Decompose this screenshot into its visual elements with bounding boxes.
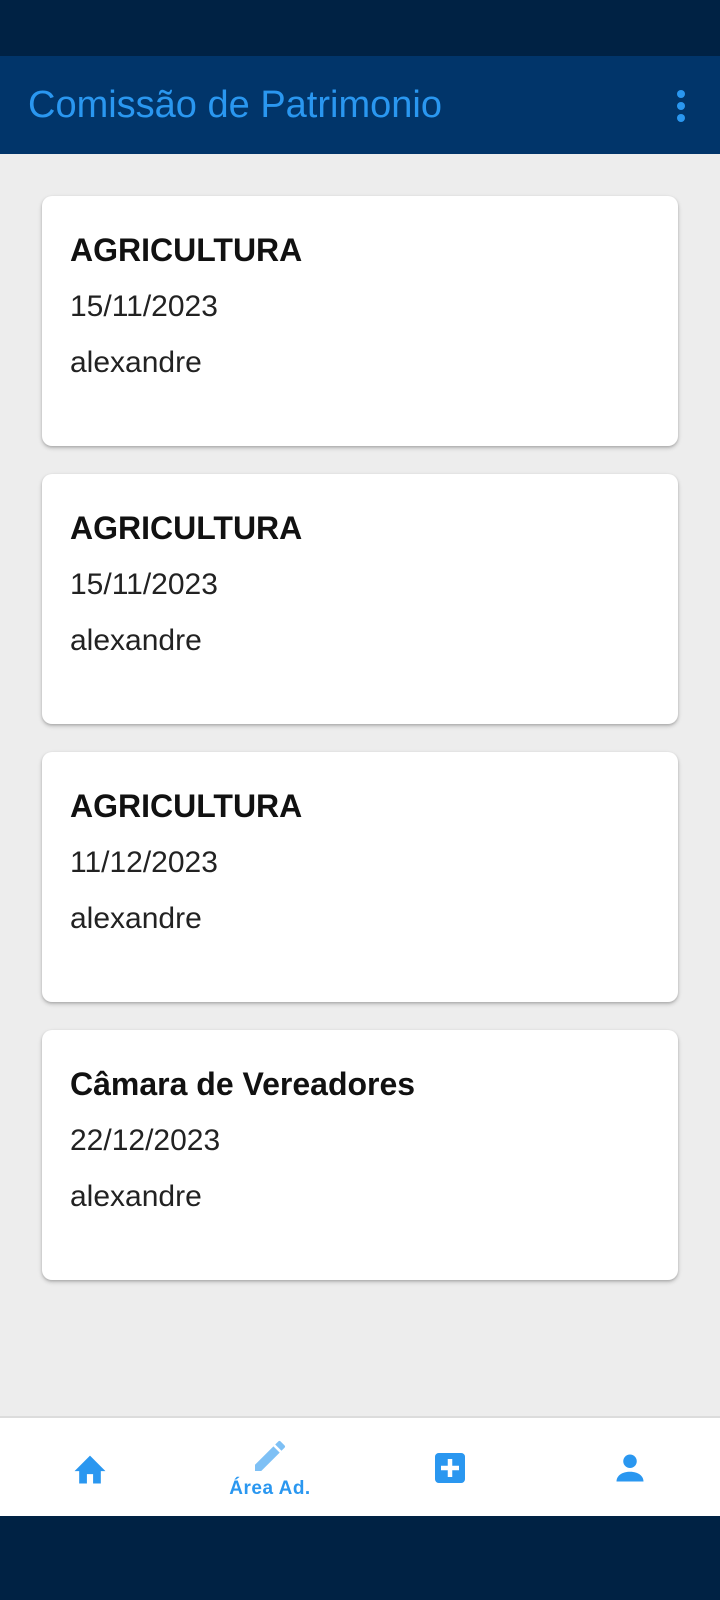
system-navigation-bar [0, 1516, 720, 1600]
person-icon [616, 1454, 644, 1482]
list-item-card[interactable]: AGRICULTURA 11/12/2023 alexandre [42, 752, 678, 1002]
card-title: AGRICULTURA [70, 232, 303, 268]
app-title: Comissão de Patrimonio [28, 84, 442, 126]
card-user: alexandre [70, 1180, 202, 1213]
home-icon [74, 1455, 106, 1484]
list-item-card[interactable]: Câmara de Vereadores 22/12/2023 alexandr… [42, 1030, 678, 1280]
card-date: 22/12/2023 [70, 1124, 221, 1157]
card-user: alexandre [70, 902, 202, 935]
card-date: 15/11/2023 [70, 290, 218, 323]
nav-admin-area-label: Área Ad. [229, 1478, 311, 1499]
nav-admin-area-button[interactable]: Área Ad. [180, 1418, 360, 1518]
card-date: 11/12/2023 [70, 846, 218, 879]
card-title: AGRICULTURA [70, 510, 303, 546]
card-user: alexandre [70, 624, 202, 657]
card-user: alexandre [70, 346, 202, 379]
nav-profile-button[interactable] [540, 1418, 720, 1518]
pencil-icon [255, 1440, 286, 1471]
status-bar [0, 0, 720, 56]
overflow-menu-button[interactable] [662, 86, 700, 126]
list-item-card[interactable]: AGRICULTURA 15/11/2023 alexandre [42, 474, 678, 724]
card-date: 15/11/2023 [70, 568, 218, 601]
card-title: AGRICULTURA [70, 788, 303, 824]
bottom-navigation: Área Ad. [0, 1416, 720, 1516]
card-title: Câmara de Vereadores [70, 1066, 416, 1102]
nav-add-button[interactable] [360, 1418, 540, 1518]
more-vert-icon [677, 90, 685, 122]
card-list: AGRICULTURA 15/11/2023 alexandre AGRICUL… [0, 154, 720, 1416]
add-box-icon [435, 1453, 465, 1483]
list-item-card[interactable]: AGRICULTURA 15/11/2023 alexandre [42, 196, 678, 446]
nav-home-button[interactable] [0, 1418, 180, 1518]
